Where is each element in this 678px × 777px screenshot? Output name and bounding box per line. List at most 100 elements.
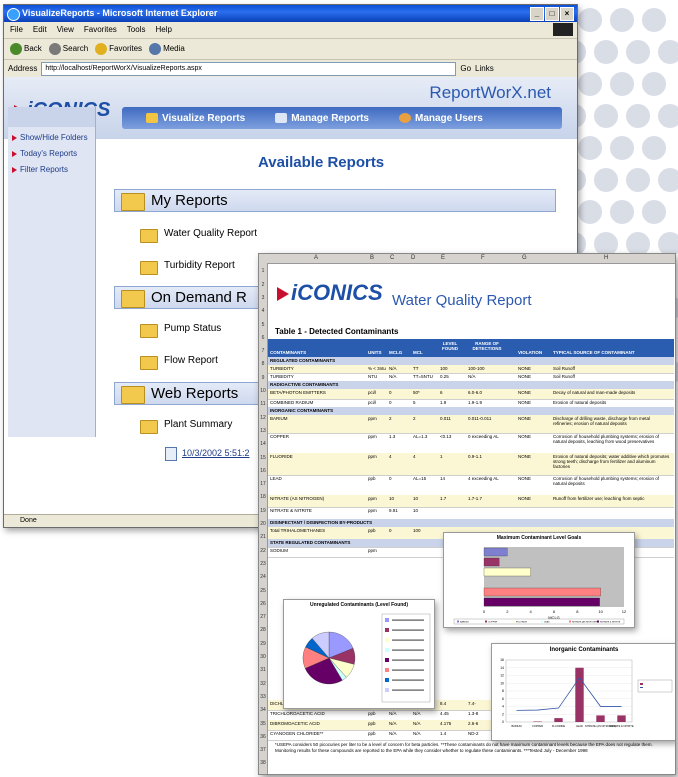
title-bar[interactable]: VisualizeReports - Microsoft Internet Ex…: [4, 5, 577, 22]
row-number[interactable]: 8: [259, 361, 267, 367]
back-button[interactable]: Back: [10, 39, 42, 59]
report-pump-status[interactable]: Pump Status: [164, 323, 221, 334]
row-number[interactable]: 20: [259, 521, 267, 527]
sidebar-item-todays-reports[interactable]: Today's Reports: [12, 149, 95, 159]
section-my-reports[interactable]: My Reports: [114, 189, 556, 212]
row-number[interactable]: 32: [259, 681, 267, 687]
row-number[interactable]: 23: [259, 561, 267, 567]
row-number[interactable]: 24: [259, 574, 267, 580]
bar[interactable]: [617, 715, 626, 722]
tick-label: 16: [500, 658, 504, 662]
row-number[interactable]: 19: [259, 508, 267, 514]
row-number[interactable]: 11: [259, 401, 267, 407]
report-turbidity[interactable]: Turbidity Report: [164, 260, 235, 271]
legend-swatch: [385, 678, 389, 682]
bar[interactable]: [483, 557, 500, 567]
menu-help[interactable]: Help: [155, 22, 171, 38]
row-number[interactable]: 7: [259, 348, 267, 354]
table-cell: Erosion of natural deposits; water addit…: [553, 454, 670, 469]
close-button[interactable]: ×: [560, 7, 574, 21]
row-number[interactable]: 31: [259, 667, 267, 673]
table-row[interactable]: BARIUM ppm 2 2 0.011 0.011-0.011 NONE Discharge…: [268, 415, 674, 434]
nav-manage-reports[interactable]: Manage Reports: [275, 113, 369, 124]
row-number[interactable]: 36: [259, 734, 267, 740]
row-number[interactable]: 17: [259, 481, 267, 487]
row-number[interactable]: 35: [259, 721, 267, 727]
plant-summary-report-link[interactable]: 10/3/2002 5:51:2: [182, 448, 250, 458]
row-number[interactable]: 13: [259, 428, 267, 434]
sidebar-item-filter-reports[interactable]: Filter Reports: [12, 165, 95, 175]
table-cell: CYANOGEN CHLORIDE**: [270, 731, 324, 736]
bar[interactable]: [483, 597, 600, 607]
row-number[interactable]: 16: [259, 468, 267, 474]
favorites-button[interactable]: Favorites: [95, 39, 142, 59]
row-number[interactable]: 12: [259, 415, 267, 421]
unregulated-pie-chart[interactable]: Unregulated Contaminants (Level Found): [283, 599, 435, 709]
row-number[interactable]: 1: [259, 268, 267, 274]
bar[interactable]: [483, 587, 601, 597]
report-water-quality[interactable]: Water Quality Report: [164, 228, 257, 239]
header-units: UNITS: [368, 350, 382, 355]
section-web-reports[interactable]: Web Reports: [114, 382, 260, 405]
row-number[interactable]: 3: [259, 295, 267, 301]
row-number[interactable]: 38: [259, 760, 267, 766]
menu-favorites[interactable]: Favorites: [84, 22, 117, 38]
row-number[interactable]: 15: [259, 455, 267, 461]
row-number[interactable]: 14: [259, 441, 267, 447]
column-header[interactable]: C: [390, 254, 394, 263]
media-button[interactable]: Media: [149, 39, 185, 59]
report-plant-summary[interactable]: Plant Summary: [164, 419, 232, 430]
row-number[interactable]: 37: [259, 747, 267, 753]
row-number[interactable]: 34: [259, 707, 267, 713]
bar[interactable]: [575, 667, 584, 722]
bar[interactable]: [596, 715, 605, 722]
search-button[interactable]: Search: [48, 39, 88, 59]
row-number[interactable]: 25: [259, 588, 267, 594]
address-input[interactable]: http://localhost/ReportWorX/VisualizeRep…: [41, 62, 457, 76]
column-header[interactable]: G: [522, 254, 527, 263]
links-button[interactable]: Links: [475, 60, 494, 78]
column-header[interactable]: D: [411, 254, 415, 263]
row-number[interactable]: 21: [259, 534, 267, 540]
row-number[interactable]: 33: [259, 694, 267, 700]
bar[interactable]: [533, 721, 542, 722]
inorganic-bar-chart[interactable]: Inorganic Contaminants 0 2 4 6 8 10 12 14 16 BARI…: [491, 643, 675, 741]
column-header[interactable]: B: [370, 254, 374, 263]
menu-edit[interactable]: Edit: [33, 22, 47, 38]
bar[interactable]: [483, 547, 508, 557]
minimize-button[interactable]: _: [530, 7, 544, 21]
table-row[interactable]: FLUORIDE ppm 4 4 1 0.9-1.1 NONE Erosion of natu…: [268, 453, 674, 476]
bar[interactable]: [483, 567, 531, 577]
menu-tools[interactable]: Tools: [127, 22, 146, 38]
go-button[interactable]: Go: [460, 60, 471, 78]
row-number[interactable]: 2: [259, 282, 267, 288]
maximize-button[interactable]: □: [545, 7, 559, 21]
report-flow[interactable]: Flow Report: [164, 355, 218, 366]
menu-file[interactable]: File: [10, 22, 23, 38]
nav-manage-users[interactable]: Manage Users: [398, 113, 483, 124]
sidebar-item-show-hide-folders[interactable]: Show/Hide Folders: [12, 133, 95, 143]
section-on-demand-reports[interactable]: On Demand R: [114, 286, 260, 309]
row-number[interactable]: 4: [259, 308, 267, 314]
row-number[interactable]: 29: [259, 641, 267, 647]
mclg-bar-chart[interactable]: Maximum Contaminant Level Goals 0 2 4 6 8 10 1…: [443, 532, 635, 628]
column-header[interactable]: F: [481, 254, 485, 263]
column-header[interactable]: E: [441, 254, 445, 263]
row-number[interactable]: 6: [259, 335, 267, 341]
table-row[interactable]: LEAD ppb 0 AL=15 14 4 exceeding AL NONE Corrosi…: [268, 475, 674, 496]
nav-visualize-reports[interactable]: Visualize Reports: [146, 113, 245, 124]
row-number[interactable]: 18: [259, 494, 267, 500]
row-number[interactable]: 26: [259, 601, 267, 607]
row-number[interactable]: 9: [259, 375, 267, 381]
column-header[interactable]: A: [314, 254, 318, 263]
row-number[interactable]: 27: [259, 614, 267, 620]
row-number[interactable]: 10: [259, 388, 267, 394]
row-number[interactable]: 28: [259, 627, 267, 633]
bar[interactable]: [554, 718, 563, 722]
table-row[interactable]: COPPER ppm 1.3 AL=1.3 <0.13 0 exceeding AL NON…: [268, 433, 674, 454]
row-number[interactable]: 5: [259, 322, 267, 328]
row-number[interactable]: 22: [259, 548, 267, 554]
column-header[interactable]: H: [604, 254, 608, 263]
menu-view[interactable]: View: [57, 22, 74, 38]
row-number[interactable]: 30: [259, 654, 267, 660]
